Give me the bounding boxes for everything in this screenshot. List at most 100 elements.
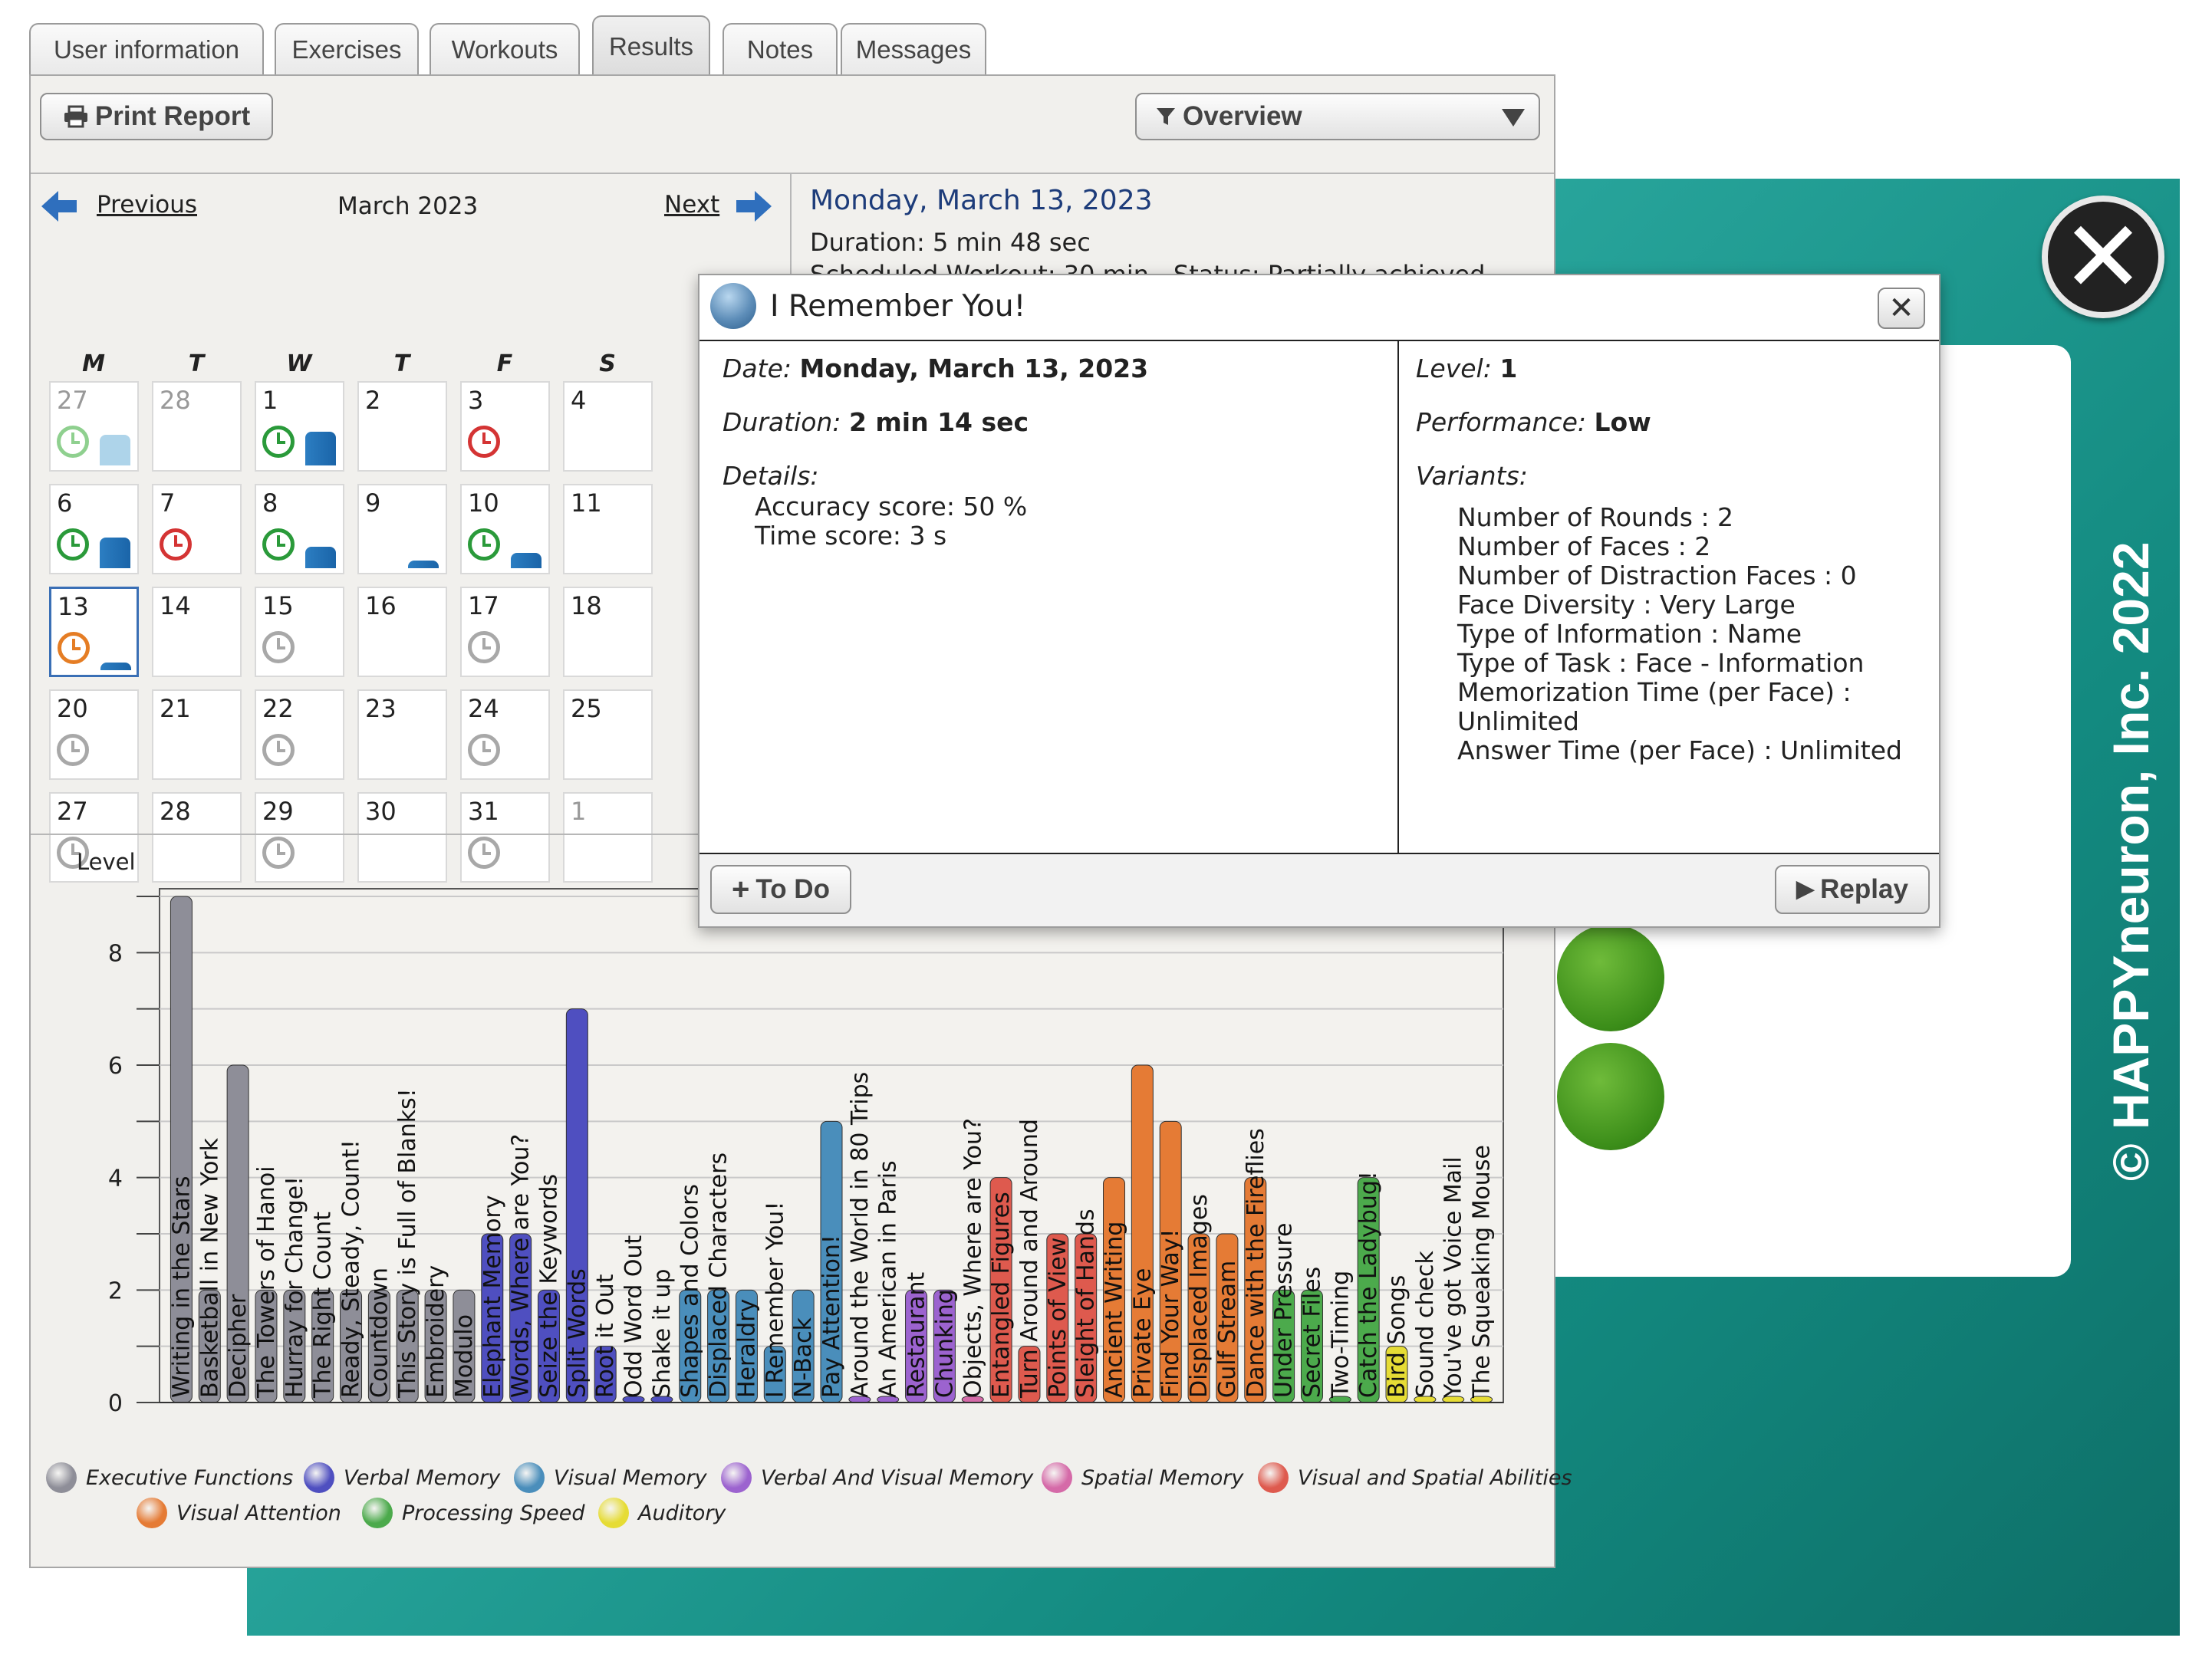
calendar-day[interactable]: 10 — [460, 484, 550, 574]
legend-item: Visual and Spatial Abilities — [1258, 1462, 1572, 1493]
bar-label: Elephant Memory — [479, 1195, 506, 1398]
clock-icon — [262, 734, 295, 766]
calendar-day[interactable]: 27 — [49, 381, 139, 472]
day-number: 28 — [160, 386, 191, 415]
previous-link[interactable]: Previous — [97, 191, 197, 219]
variant-item: Number of Faces : 2 — [1457, 531, 1711, 561]
day-number: 6 — [57, 488, 73, 518]
bar-label: Objects, Where are You? — [960, 1118, 986, 1398]
calendar-day[interactable]: 22 — [255, 689, 344, 780]
y-axis-label: Level — [77, 849, 136, 875]
variant-item: Memorization Time (per Face) : — [1457, 677, 1852, 707]
activity-bar — [100, 663, 131, 670]
day-number: 11 — [571, 488, 602, 518]
calendar-day[interactable]: 20 — [49, 689, 139, 780]
bar-label: Odd Word Out — [620, 1235, 647, 1398]
clock-icon — [262, 631, 295, 663]
legend-swatch — [1042, 1462, 1072, 1493]
calendar-day[interactable]: 23 — [357, 689, 447, 780]
calendar-day[interactable]: 14 — [152, 587, 242, 677]
calendar-day[interactable]: 8 — [255, 484, 344, 574]
exercise-result-dialog: I Remember You! ✕ Date: Monday, March 13… — [698, 274, 1940, 928]
tab-user-information[interactable]: User information — [29, 23, 264, 75]
y-tick-label: 2 — [108, 1278, 123, 1304]
legend-swatch — [46, 1462, 77, 1493]
todo-button[interactable]: + To Do — [710, 865, 851, 914]
day-summary-date: Monday, March 13, 2023 — [810, 185, 1153, 216]
bar-label: The Right Count — [310, 1212, 337, 1399]
performance-row: Performance: Low — [1416, 407, 1651, 437]
day-number: 27 — [57, 797, 88, 826]
legend-swatch — [304, 1462, 334, 1493]
legend-swatch — [137, 1498, 167, 1528]
bar-label: Basketball in New York — [196, 1137, 223, 1398]
legend-item: Processing Speed — [362, 1498, 584, 1528]
day-summary-duration: Duration: 5 min 48 sec — [810, 228, 1091, 257]
bar-label: Points of View — [1045, 1238, 1071, 1398]
next-arrow-icon[interactable] — [735, 189, 773, 223]
clock-icon — [262, 528, 295, 561]
replay-button[interactable]: ▶ Replay — [1775, 865, 1930, 914]
tab-notes[interactable]: Notes — [723, 23, 838, 75]
level-chart: Level 0 2 4 6 8 Writing in the Stars Basketball… — [31, 834, 1572, 1568]
calendar-day[interactable]: 2 — [357, 381, 447, 472]
calendar-day[interactable]: 16 — [357, 587, 447, 677]
time-score: Time score: 3 s — [755, 521, 947, 551]
calendar-day[interactable]: 25 — [563, 689, 653, 780]
day-number: 25 — [571, 694, 602, 723]
variant-item: Type of Information : Name — [1457, 619, 1802, 649]
calendar-day[interactable]: 1 — [255, 381, 344, 472]
tab-results[interactable]: Results — [592, 15, 710, 77]
calendar-day[interactable]: 3 — [460, 381, 550, 472]
weekday-header: W — [286, 350, 312, 377]
bar-label: Shapes and Colors — [677, 1184, 704, 1398]
previous-arrow-icon[interactable] — [40, 189, 78, 223]
details-label: Details: — [723, 461, 819, 491]
calendar-day[interactable]: 28 — [152, 381, 242, 472]
calendar-day[interactable]: 6 — [49, 484, 139, 574]
bar-label: Chunking — [931, 1289, 958, 1398]
calendar-day[interactable]: 4 — [563, 381, 653, 472]
tab-workouts[interactable]: Workouts — [430, 23, 580, 75]
day-number: 8 — [262, 488, 278, 518]
dropdown-arrow-icon — [1502, 109, 1525, 127]
dialog-close-button[interactable]: ✕ — [1878, 288, 1925, 329]
calendar-day[interactable]: 18 — [563, 587, 653, 677]
calendar-day[interactable]: 15 — [255, 587, 344, 677]
view-select[interactable]: Overview — [1135, 93, 1540, 140]
print-report-button[interactable]: Print Report — [40, 93, 273, 140]
dialog-footer: + To Do ▶ Replay — [699, 853, 1939, 926]
calendar-day[interactable]: 11 — [563, 484, 653, 574]
activity-bar — [511, 553, 541, 568]
toolbar: Print Report Overview — [31, 76, 1554, 174]
calendar-day[interactable]: 13 — [49, 587, 139, 677]
dialog-title: I Remember You! — [770, 289, 1026, 324]
legend-label: Verbal And Visual Memory — [761, 1465, 1034, 1490]
clock-icon — [262, 426, 295, 458]
bar-label: Split Words — [564, 1268, 591, 1398]
exercise-ball-icon — [710, 283, 756, 329]
bar-label: The Squeaking Mouse — [1469, 1145, 1496, 1399]
legend-label: Visual Memory — [554, 1465, 707, 1490]
close-icon[interactable]: ✕ — [2042, 196, 2164, 318]
calendar-day[interactable]: 9 — [357, 484, 447, 574]
next-link[interactable]: Next — [664, 191, 719, 219]
legend-item: Spatial Memory — [1042, 1462, 1243, 1493]
tab-exercises[interactable]: Exercises — [275, 23, 419, 75]
bar-label: Shake it up — [649, 1269, 676, 1398]
day-number: 27 — [57, 386, 88, 415]
calendar-day[interactable]: 17 — [460, 587, 550, 677]
tab-messages[interactable]: Messages — [841, 23, 986, 75]
calendar-day[interactable]: 24 — [460, 689, 550, 780]
bar-label: Writing in the Stars — [168, 1176, 195, 1398]
day-number: 20 — [57, 694, 88, 723]
calendar-day[interactable]: 21 — [152, 689, 242, 780]
legend-item: Verbal Memory — [304, 1462, 500, 1493]
bar-label: Private Eye — [1129, 1268, 1156, 1398]
y-tick-label: 6 — [108, 1053, 123, 1080]
legend-label: Executive Functions — [86, 1465, 294, 1490]
y-tick-label: 0 — [108, 1390, 123, 1417]
date-row: Date: Monday, March 13, 2023 — [723, 354, 1149, 383]
calendar-day[interactable]: 7 — [152, 484, 242, 574]
play-icon: ▶ — [1796, 876, 1815, 902]
